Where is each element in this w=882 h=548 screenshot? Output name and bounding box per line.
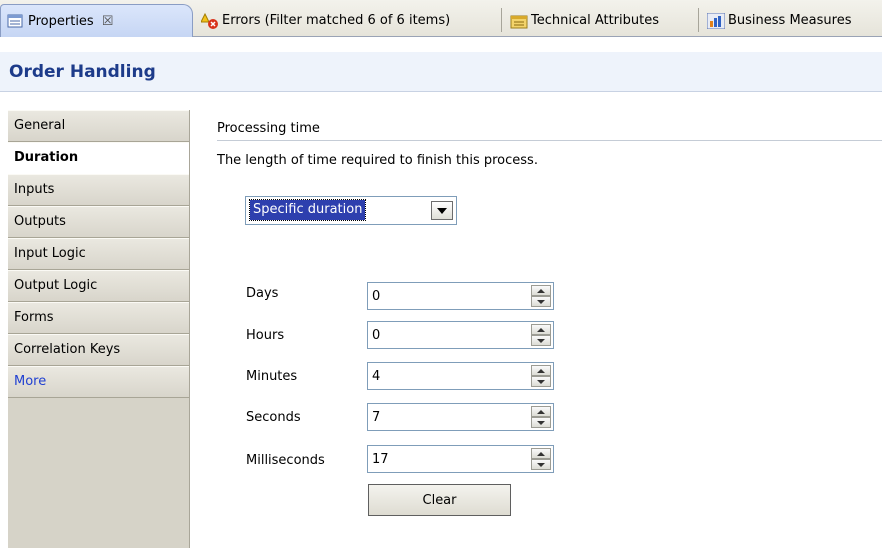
arrow-down-icon — [537, 338, 545, 343]
increment-button[interactable] — [531, 365, 551, 376]
tab-label: Technical Attributes — [531, 13, 660, 28]
business-measures-icon — [706, 12, 726, 29]
arrow-up-icon — [537, 327, 545, 332]
sidebar-item-input-logic[interactable]: Input Logic — [8, 238, 189, 270]
sidebar-item-outputs[interactable]: Outputs — [8, 206, 189, 238]
hours-label: Hours — [246, 328, 285, 343]
arrow-up-icon — [537, 368, 545, 373]
days-label: Days — [246, 286, 279, 301]
clear-button[interactable]: Clear — [368, 484, 511, 516]
decrement-button[interactable] — [531, 296, 551, 307]
increment-button[interactable] — [531, 448, 551, 459]
minutes-stepper[interactable] — [367, 362, 554, 390]
seconds-label: Seconds — [246, 410, 301, 425]
arrow-down-icon — [537, 379, 545, 384]
dropdown-button[interactable] — [431, 201, 453, 220]
sidebar-item-duration[interactable]: Duration — [8, 142, 189, 174]
tab-errors[interactable]: Errors (Filter matched 6 of 6 items) — [195, 4, 450, 37]
tab-divider — [698, 8, 699, 32]
tab-divider — [501, 8, 502, 32]
sidebar-item-correlation-keys[interactable]: Correlation Keys — [8, 334, 189, 366]
increment-button[interactable] — [531, 324, 551, 335]
increment-button[interactable] — [531, 406, 551, 417]
editor-header: Order Handling — [0, 52, 882, 92]
hours-stepper[interactable] — [367, 321, 554, 349]
duration-type-select[interactable]: Specific duration — [245, 196, 457, 225]
tab-business-measures[interactable]: Business Measures — [701, 4, 851, 37]
decrement-button[interactable] — [531, 417, 551, 428]
increment-button[interactable] — [531, 285, 551, 296]
arrow-up-icon — [537, 451, 545, 456]
days-input[interactable] — [370, 285, 528, 307]
decrement-button[interactable] — [531, 376, 551, 387]
properties-icon — [7, 13, 23, 29]
decrement-button[interactable] — [531, 335, 551, 346]
seconds-input[interactable] — [370, 406, 528, 428]
view-tab-bar: Properties ☒ Errors (Filter matched 6 of… — [0, 0, 882, 37]
decrement-button[interactable] — [531, 459, 551, 470]
tab-properties[interactable]: Properties ☒ — [0, 4, 193, 37]
sidebar-item-inputs[interactable]: Inputs — [8, 174, 189, 206]
page-title: Order Handling — [9, 61, 156, 82]
arrow-down-icon — [537, 462, 545, 467]
arrow-up-icon — [537, 409, 545, 414]
hours-input[interactable] — [370, 324, 528, 346]
arrow-down-icon — [537, 299, 545, 304]
tab-label: Properties — [28, 13, 94, 29]
property-sidebar: General Duration Inputs Outputs Input Lo… — [8, 110, 190, 548]
milliseconds-label: Milliseconds — [246, 453, 325, 468]
section-title: Processing time — [217, 121, 882, 141]
errors-icon — [200, 12, 218, 29]
selected-value: Specific duration — [248, 199, 367, 221]
days-stepper[interactable] — [367, 282, 554, 310]
tab-technical-attributes[interactable]: Technical Attributes — [504, 4, 659, 37]
milliseconds-stepper[interactable] — [367, 445, 554, 473]
minutes-input[interactable] — [370, 365, 528, 387]
minutes-label: Minutes — [246, 369, 298, 384]
arrow-up-icon — [537, 288, 545, 293]
technical-attributes-icon — [510, 13, 528, 29]
sidebar-item-more[interactable]: More — [8, 366, 189, 398]
arrow-down-icon — [537, 420, 545, 425]
section-description: The length of time required to finish th… — [217, 153, 538, 168]
sidebar-item-general[interactable]: General — [8, 110, 189, 142]
sidebar-item-forms[interactable]: Forms — [8, 302, 189, 334]
milliseconds-input[interactable] — [370, 448, 528, 470]
tab-label: Business Measures — [728, 13, 852, 28]
tab-label: Errors (Filter matched 6 of 6 items) — [222, 13, 451, 28]
chevron-down-icon — [437, 207, 447, 214]
close-icon[interactable]: ☒ — [102, 14, 114, 29]
sidebar-item-output-logic[interactable]: Output Logic — [8, 270, 189, 302]
seconds-stepper[interactable] — [367, 403, 554, 431]
